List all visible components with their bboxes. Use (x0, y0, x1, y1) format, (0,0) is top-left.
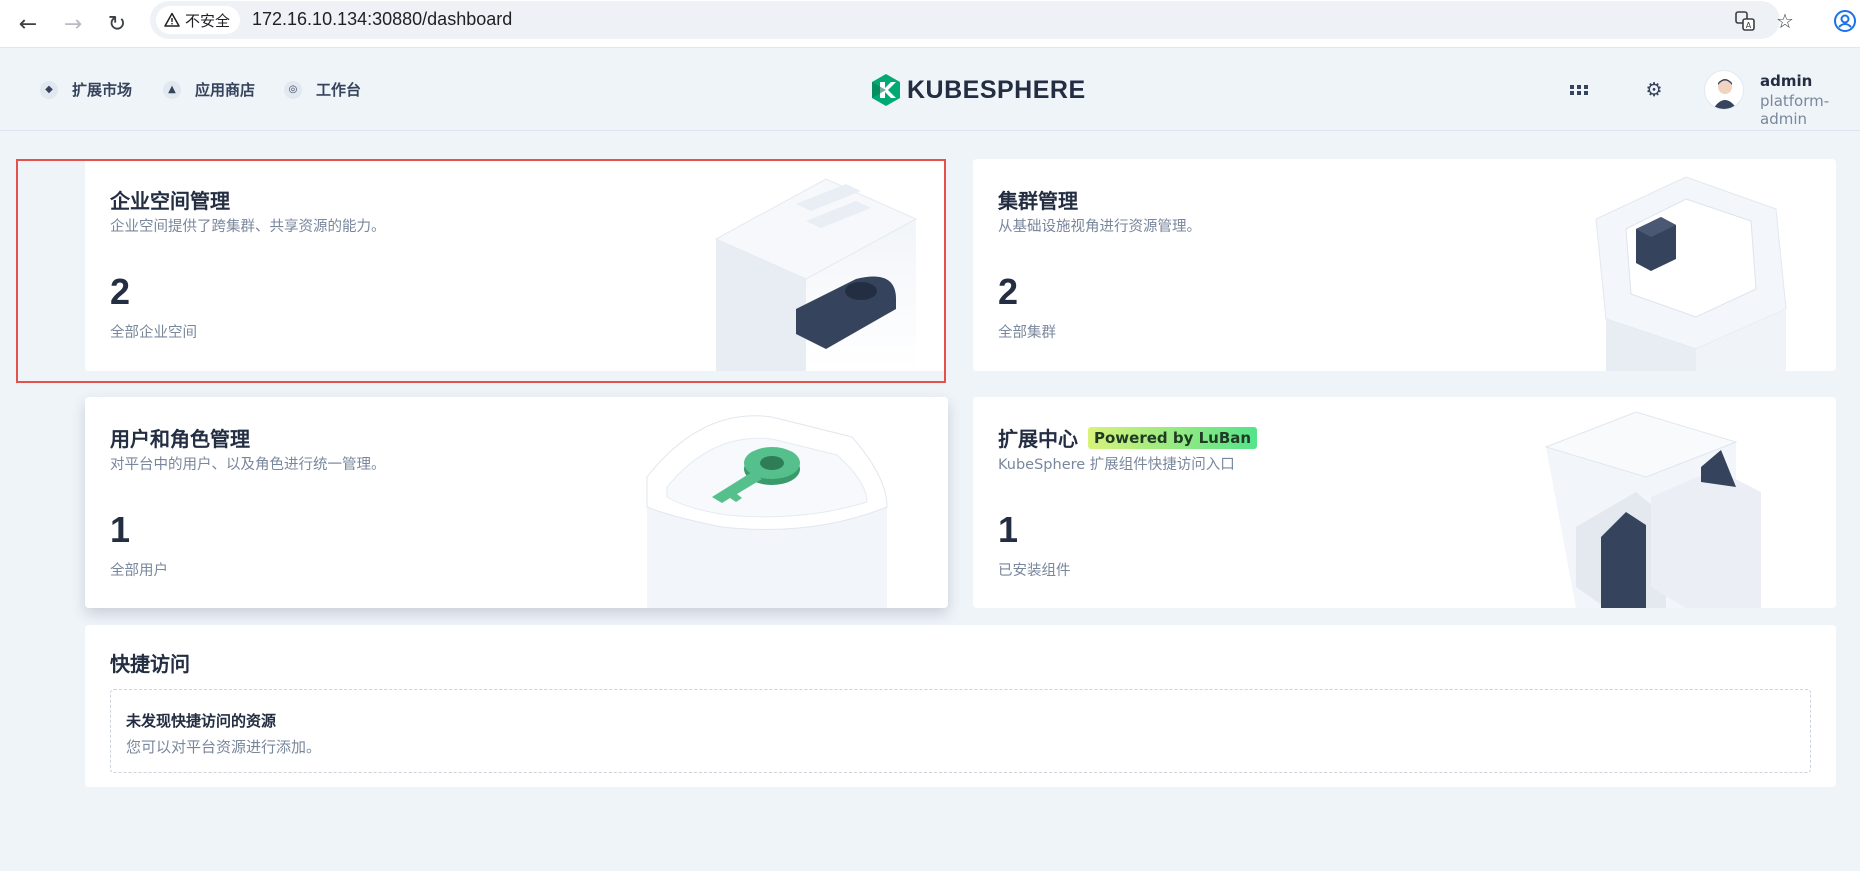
quick-access-empty-state: 未发现快捷访问的资源 您可以对平台资源进行添加。 (110, 689, 1811, 773)
security-label: 不安全 (185, 11, 231, 30)
nav-extension-market[interactable]: ◆ 扩展市场 (40, 79, 132, 100)
card-count-label: 已安装组件 (998, 563, 1071, 579)
card-title: 用户和角色管理 (110, 427, 250, 451)
user-count: 1 (110, 509, 131, 550)
app-store-icon: ▲ (163, 80, 181, 99)
card-count-label: 全部用户 (110, 563, 168, 579)
user-role: platform-admin (1760, 92, 1830, 128)
extension-market-icon: ◆ (40, 80, 58, 99)
url-text[interactable]: 172.16.10.134:30880/dashboard (252, 9, 512, 30)
avatar[interactable] (1704, 70, 1744, 110)
empty-state-description: 您可以对平台资源进行添加。 (126, 738, 322, 756)
nav-label: 应用商店 (195, 81, 256, 99)
address-bar[interactable]: 不安全 172.16.10.134:30880/dashboard (150, 1, 1780, 39)
cluster-management-card[interactable]: 集群管理 从基础设施视角进行资源管理。 2 全部集群 (973, 159, 1836, 371)
settings-gear-icon[interactable]: ⚙ (1641, 77, 1667, 103)
browser-toolbar: ← → ↻ 不安全 172.16.10.134:30880/dashboard … (0, 0, 1860, 48)
card-description: 从基础设施视角进行资源管理。 (998, 219, 1201, 235)
workspace-management-card[interactable]: 企业空间管理 企业空间提供了跨集群、共享资源的能力。 2 全部企业空间 (85, 159, 946, 371)
quick-access-title: 快捷访问 (110, 652, 190, 676)
reload-icon[interactable]: ↻ (99, 6, 135, 42)
powered-by-badge: Powered by LuBan (1088, 426, 1258, 449)
apps-grid-icon[interactable] (1566, 77, 1592, 103)
user-role-management-card[interactable]: 用户和角色管理 对平台中的用户、以及角色进行统一管理。 1 全部用户 (85, 397, 948, 608)
back-icon[interactable]: ← (10, 6, 46, 42)
key-shield-illustration (646, 415, 888, 608)
nav-label: 工作台 (316, 81, 362, 99)
card-description: KubeSphere 扩展组件快捷访问入口 (998, 457, 1235, 473)
cluster-illustration (1595, 176, 1787, 371)
cluster-count: 2 (998, 271, 1019, 312)
card-title-row: 扩展中心 Powered by LuBan (998, 423, 1258, 452)
nav-label: 扩展市场 (72, 81, 133, 99)
nav-app-store[interactable]: ▲ 应用商店 (163, 79, 255, 100)
profile-icon[interactable] (1830, 6, 1860, 36)
workbench-icon: ◎ (284, 80, 302, 99)
workspace-illustration (714, 178, 918, 371)
user-name[interactable]: admin (1760, 72, 1812, 90)
card-count-label: 全部企业空间 (110, 325, 197, 341)
translate-icon[interactable]: A (1730, 6, 1760, 36)
kubesphere-logo[interactable]: KUBESPHERE (871, 73, 1086, 107)
svg-text:A: A (1746, 21, 1752, 30)
logo-icon (872, 74, 900, 106)
extension-blocks-illustration (1544, 411, 1761, 608)
app-header: ◆ 扩展市场 ▲ 应用商店 ◎ 工作台 KUBESPHERE ⚙ admin p… (0, 49, 1860, 131)
extension-center-card[interactable]: 扩展中心 Powered by LuBan KubeSphere 扩展组件快捷访… (973, 397, 1836, 608)
card-count-label: 全部集群 (998, 325, 1056, 341)
installed-extension-count: 1 (998, 509, 1019, 550)
card-description: 企业空间提供了跨集群、共享资源的能力。 (110, 219, 386, 235)
quick-access-panel: 快捷访问 未发现快捷访问的资源 您可以对平台资源进行添加。 (85, 625, 1836, 787)
card-title: 集群管理 (998, 189, 1078, 213)
logo-text: KUBESPHERE (907, 75, 1086, 104)
forward-icon[interactable]: → (55, 6, 91, 42)
empty-state-title: 未发现快捷访问的资源 (126, 712, 277, 730)
card-title: 企业空间管理 (110, 189, 230, 213)
card-title: 扩展中心 (998, 427, 1078, 451)
security-chip[interactable]: 不安全 (156, 6, 241, 34)
nav-workbench[interactable]: ◎ 工作台 (284, 79, 361, 100)
bookmark-star-icon[interactable]: ☆ (1770, 6, 1800, 36)
warning-icon (164, 12, 180, 27)
card-description: 对平台中的用户、以及角色进行统一管理。 (110, 457, 386, 473)
workspace-count: 2 (110, 271, 131, 312)
